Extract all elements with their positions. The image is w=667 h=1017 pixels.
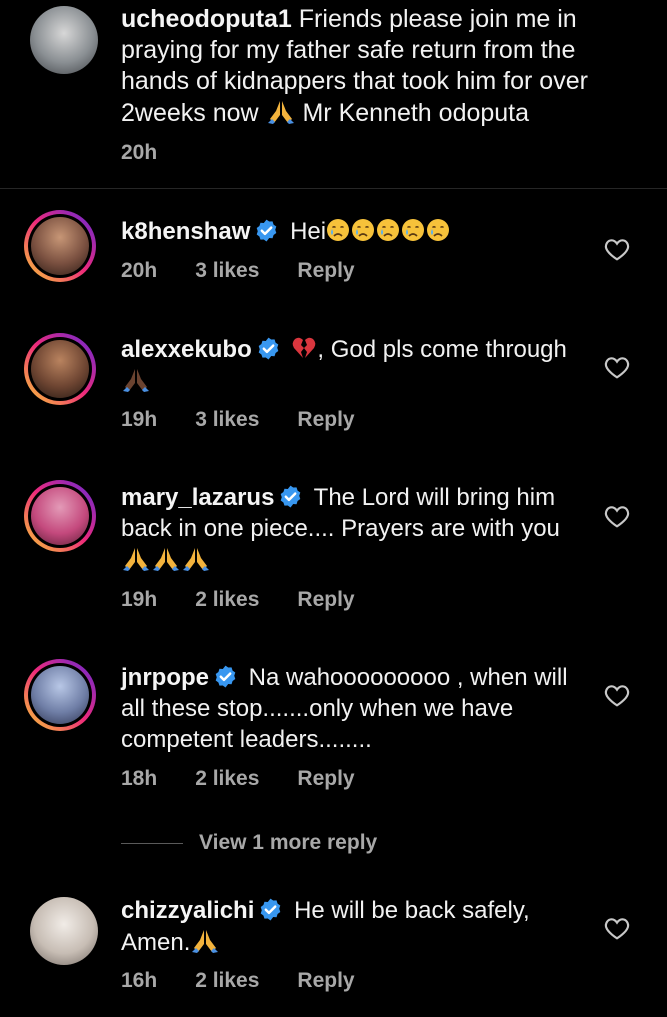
pray-emoji-icon: [121, 365, 151, 393]
heart-outline-icon[interactable]: [604, 916, 630, 940]
comment-meta: 20h 3 likes Reply: [121, 259, 355, 283]
caption-body-2: Mr Kenneth odoputa: [295, 99, 530, 127]
comment-likes[interactable]: 3 likes: [195, 408, 259, 432]
caption-text: ucheodoputa1 Friends please join me in p…: [121, 4, 611, 129]
crying-face-icon: [401, 218, 425, 242]
pray-emoji-icon: [121, 544, 151, 572]
comment-username[interactable]: chizzyalichi: [121, 897, 254, 924]
verified-badge-icon: [258, 897, 283, 922]
comment-username[interactable]: k8henshaw: [121, 218, 250, 245]
commenter-avatar[interactable]: [24, 480, 96, 552]
broken-heart-icon: [291, 336, 317, 360]
comment-meta: 19h 2 likes Reply: [121, 588, 355, 612]
comment-time: 19h: [121, 588, 158, 611]
reply-button[interactable]: Reply: [297, 969, 354, 993]
crying-face-icon: [376, 218, 400, 242]
caption-time: 20h: [121, 141, 158, 164]
view-more-label[interactable]: View 1 more reply: [199, 831, 377, 855]
comment-likes[interactable]: 3 likes: [195, 259, 259, 283]
heart-outline-icon[interactable]: [604, 504, 630, 528]
comment-text: mary_lazarus The Lord will bring him bac…: [121, 482, 591, 576]
comment-time: 18h: [121, 767, 158, 790]
comment-username[interactable]: jnrpope: [121, 664, 209, 691]
post-caption: ucheodoputa1 Friends please join me in p…: [0, 0, 667, 188]
pray-emoji-icon: [181, 544, 211, 572]
pray-emoji-icon: [151, 544, 181, 572]
verified-badge-icon: [256, 336, 281, 361]
comment-time: 20h: [121, 259, 158, 282]
comment-time: 16h: [121, 969, 158, 992]
comment-text: k8henshaw Hei: [121, 216, 591, 247]
reply-button[interactable]: Reply: [297, 259, 354, 283]
comment-meta: 16h 2 likes Reply: [121, 969, 355, 993]
caption-avatar[interactable]: [30, 6, 98, 74]
reply-button[interactable]: Reply: [297, 588, 354, 612]
comment-meta: 19h 3 likes Reply: [121, 408, 355, 432]
heart-outline-icon[interactable]: [604, 683, 630, 707]
pray-emoji-icon: [266, 97, 296, 125]
divider: [0, 188, 667, 189]
comment-likes[interactable]: 2 likes: [195, 588, 259, 612]
view-more-line: [121, 842, 183, 844]
verified-badge-icon: [213, 664, 238, 689]
caption-meta: 20h: [121, 141, 157, 165]
comment-text: chizzyalichi He will be back safely, Ame…: [121, 895, 591, 958]
caption-username[interactable]: ucheodoputa1: [121, 5, 292, 33]
heart-outline-icon[interactable]: [604, 355, 630, 379]
comment-meta: 18h 2 likes Reply: [121, 767, 355, 791]
commenter-avatar[interactable]: [30, 897, 98, 965]
comment-body: Hei: [290, 218, 327, 245]
verified-badge-icon: [254, 218, 279, 243]
reply-button[interactable]: Reply: [297, 767, 354, 791]
crying-face-icon: [326, 218, 350, 242]
commenter-avatar[interactable]: [24, 210, 96, 282]
view-more-replies[interactable]: View 1 more reply: [121, 826, 377, 860]
commenter-avatar[interactable]: [24, 333, 96, 405]
comment-likes[interactable]: 2 likes: [195, 767, 259, 791]
heart-outline-icon[interactable]: [604, 237, 630, 261]
comment-time: 19h: [121, 408, 158, 431]
crying-face-icon: [426, 218, 450, 242]
comment-username[interactable]: mary_lazarus: [121, 484, 274, 511]
comment-text: alexxekubo , God pls come through: [121, 334, 591, 397]
reply-button[interactable]: Reply: [297, 408, 354, 432]
comment-text: jnrpope Na wahooooooooo , when will all …: [121, 662, 591, 755]
comment-username[interactable]: alexxekubo: [121, 336, 252, 363]
pray-emoji-icon: [190, 926, 220, 954]
crying-face-icon: [351, 218, 375, 242]
commenter-avatar[interactable]: [24, 659, 96, 731]
comment-likes[interactable]: 2 likes: [195, 969, 259, 993]
verified-badge-icon: [278, 484, 303, 509]
comment-body: , God pls come through: [317, 336, 567, 363]
